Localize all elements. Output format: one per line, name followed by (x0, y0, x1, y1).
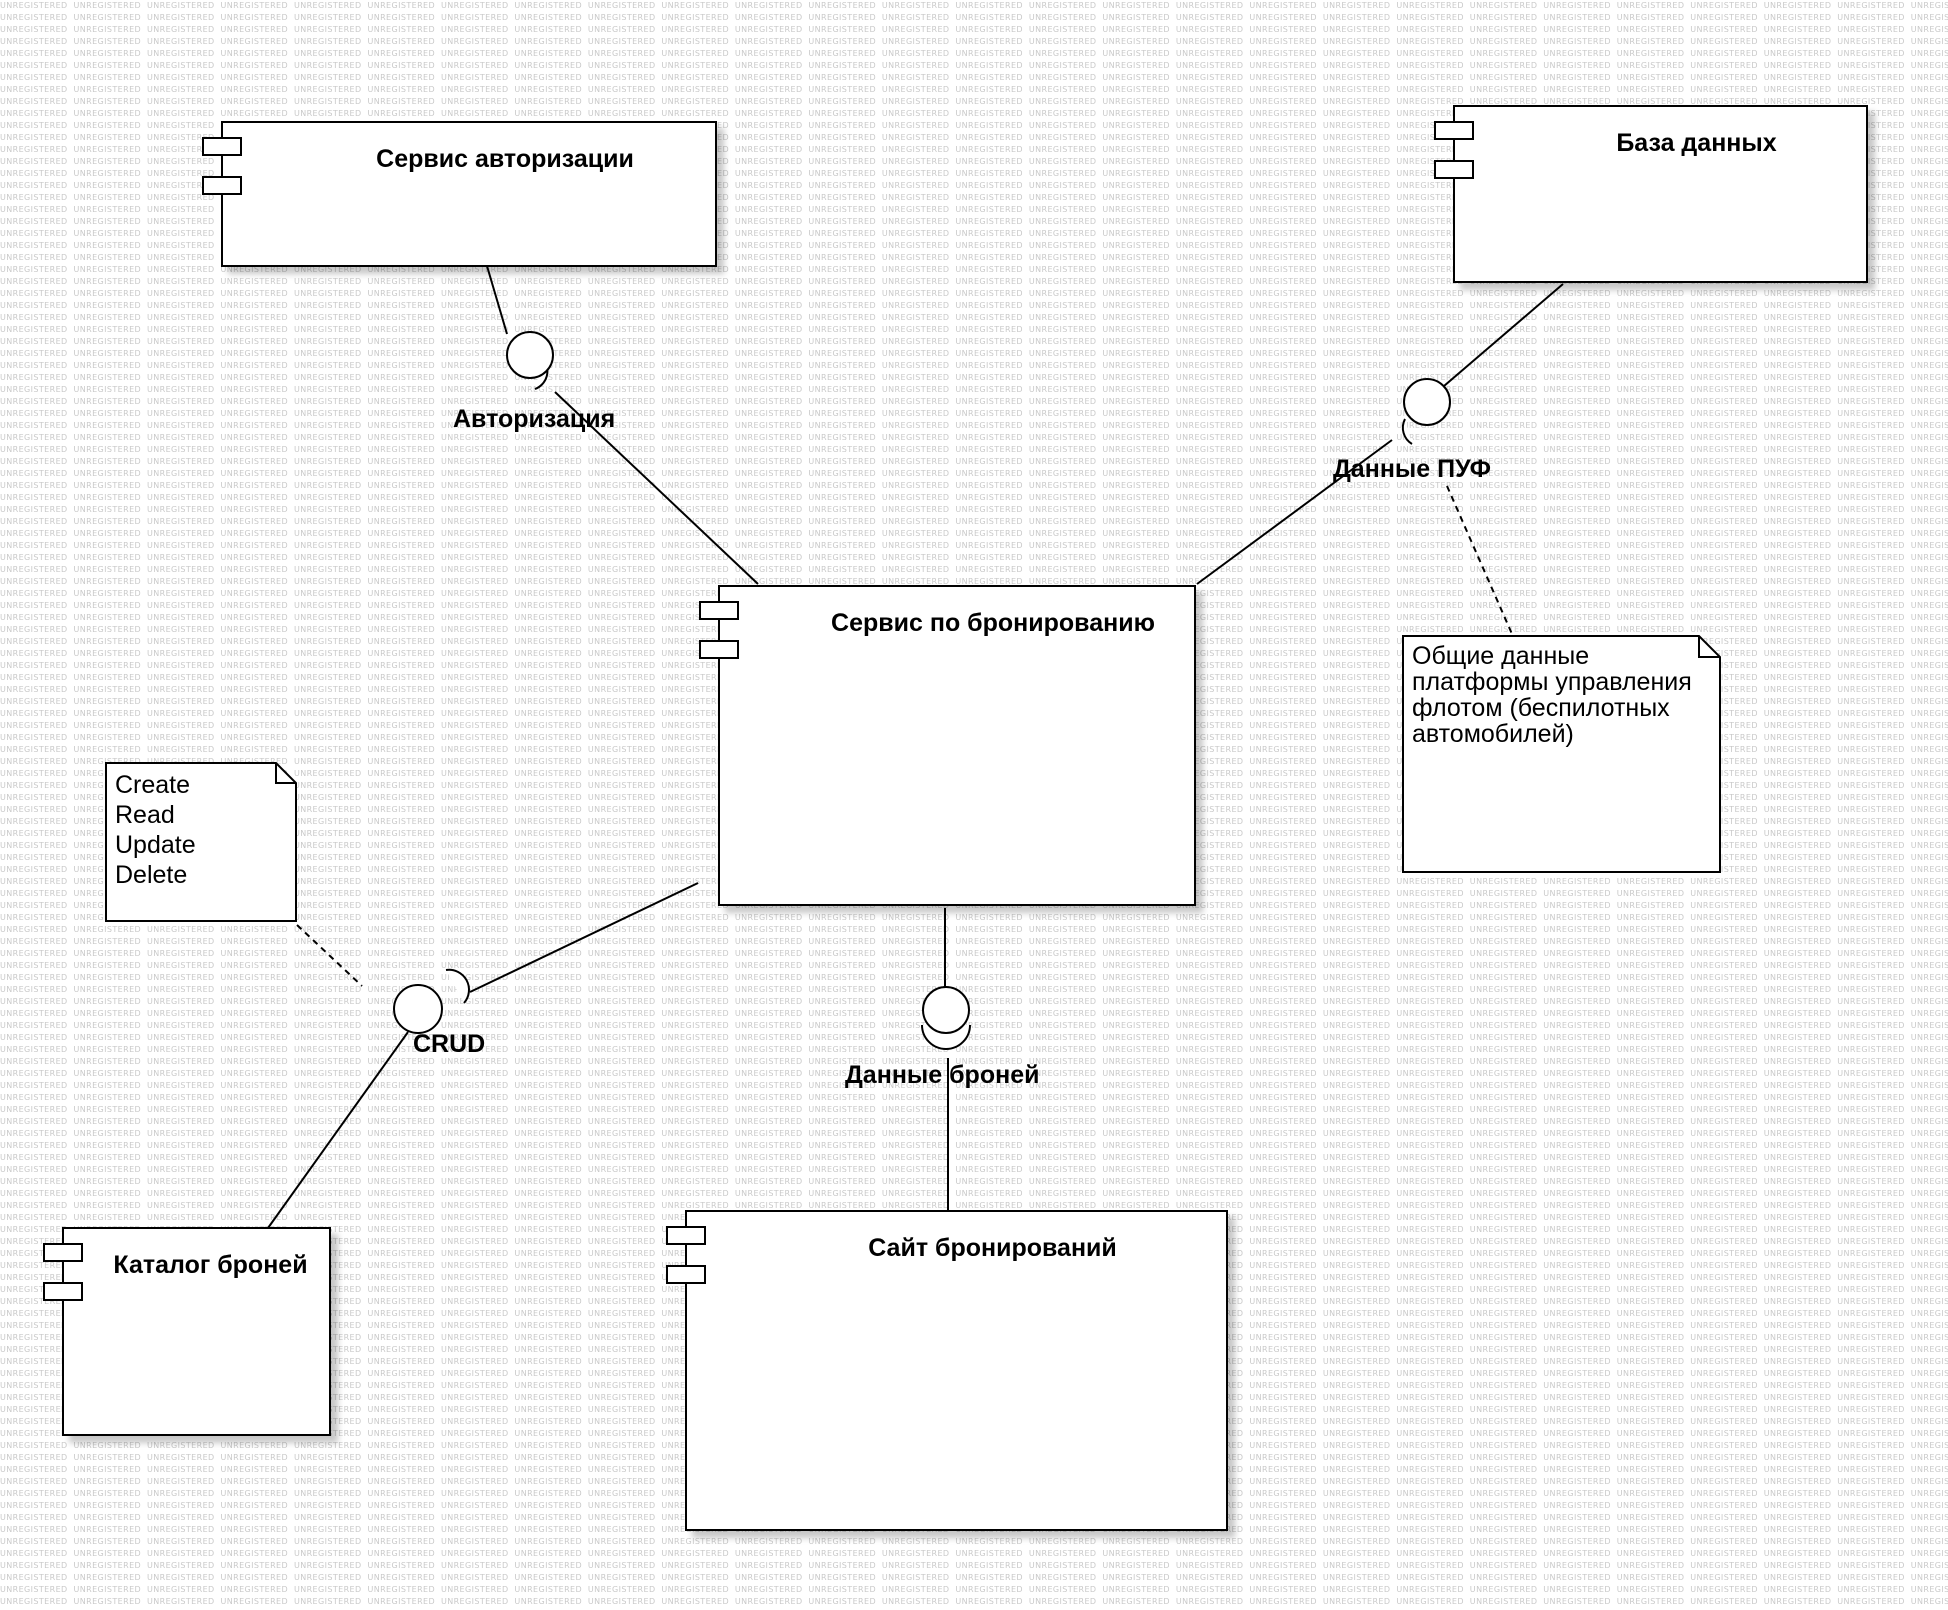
component-title: Сервис авторизации (376, 145, 634, 173)
component-title: Каталог броней (113, 1251, 308, 1279)
interface-label-puf: Данные ПУФ (1333, 455, 1492, 483)
note-crud[interactable]: Create Read Update Delete (105, 762, 297, 922)
note-puf[interactable]: Общие данные платформы управления флотом… (1402, 635, 1721, 873)
connector-crud-interface-to-catalog (267, 1031, 409, 1229)
lollipop-auth (506, 331, 554, 379)
component-port-icon (666, 1265, 706, 1284)
socket-crud (445, 968, 470, 1004)
auth-service-component[interactable]: Сервис авторизации (202, 121, 717, 267)
note-text: Общие данные платформы управления флотом… (1412, 642, 1692, 748)
booking-catalog-component[interactable]: Каталог броней (43, 1227, 331, 1436)
component-title: База данных (1616, 129, 1777, 157)
booking-service-component[interactable]: Сервис по бронированию (699, 585, 1196, 906)
component-port-icon (202, 176, 242, 195)
database-component[interactable]: База данных (1434, 105, 1868, 283)
interface-label-crud: CRUD (413, 1030, 486, 1058)
component-port-icon (1434, 160, 1474, 179)
component-port-icon (43, 1282, 83, 1301)
booking-site-component[interactable]: Сайт бронирований (666, 1210, 1228, 1531)
connector-auth-to-interface (486, 265, 508, 335)
connector-booking-to-crud-interface (469, 882, 699, 993)
lollipop-bookings (922, 986, 970, 1034)
component-diagram: Сервис авторизации База данных Сервис по… (0, 0, 1948, 1610)
socket-puf (1401, 418, 1413, 445)
interface-label-auth: Авторизация (453, 405, 616, 433)
lollipop-puf (1403, 378, 1451, 426)
component-port-icon (699, 601, 739, 620)
interface-label-bookings: Данные броней (845, 1061, 1040, 1089)
component-title: Сервис по бронированию (831, 609, 1155, 637)
connector-db-to-interface (1443, 283, 1564, 387)
component-port-icon (43, 1243, 83, 1262)
component-title: Сайт бронирований (868, 1234, 1117, 1262)
component-port-icon (1434, 121, 1474, 140)
component-port-icon (699, 640, 739, 659)
note-anchor-puf (1446, 485, 1513, 635)
component-port-icon (666, 1226, 706, 1245)
lollipop-crud (393, 984, 443, 1034)
note-anchor-crud (296, 924, 363, 987)
component-port-icon (202, 137, 242, 156)
note-text: Create Read Update Delete (115, 771, 196, 889)
